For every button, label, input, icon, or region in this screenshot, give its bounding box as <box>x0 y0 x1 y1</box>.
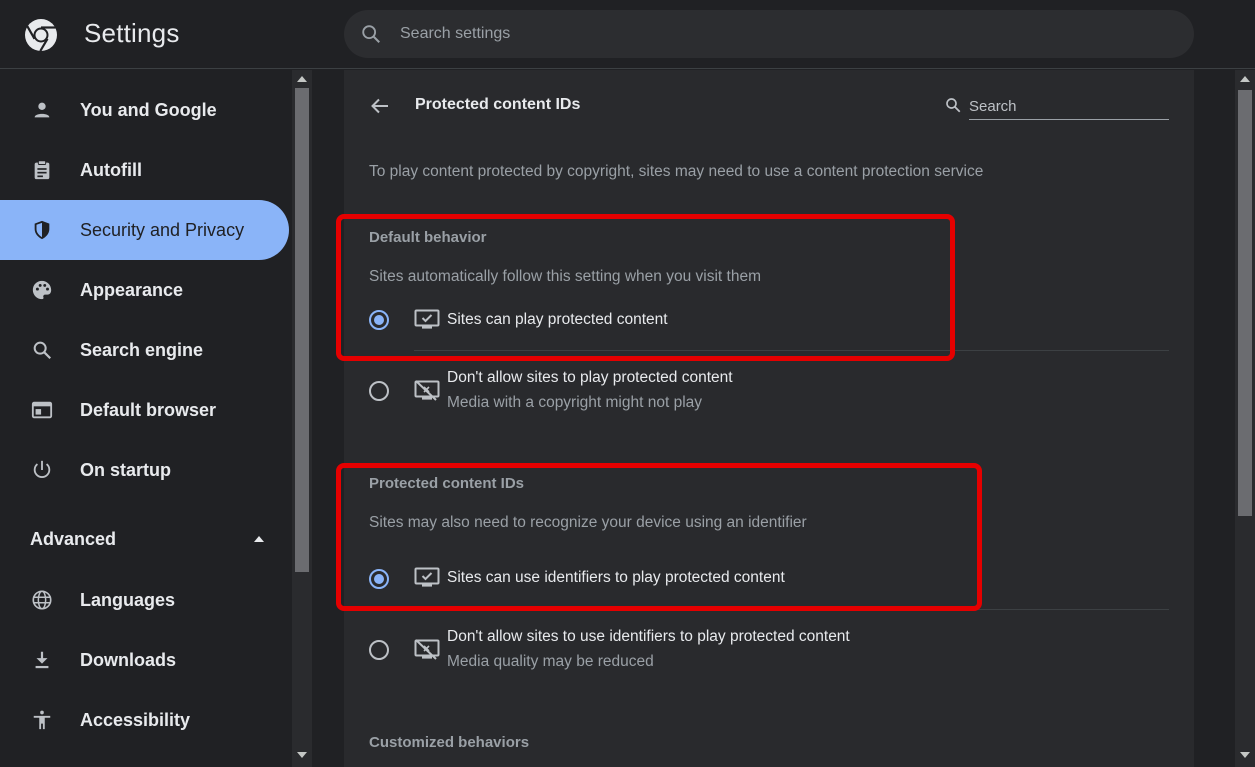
sidebar-item-label: Autofill <box>80 159 142 180</box>
sidebar-item-label: Security and Privacy <box>80 219 245 240</box>
search-icon <box>30 338 54 362</box>
sidebar-item-autofill[interactable]: Autofill <box>0 140 289 200</box>
scroll-down-arrow-icon[interactable] <box>1240 752 1250 758</box>
scroll-down-arrow-icon[interactable] <box>297 752 307 758</box>
clipboard-icon <box>30 158 54 182</box>
sidebar: You and Google Autofill Security and Pri… <box>0 70 292 767</box>
sidebar-item-label: Languages <box>80 589 176 610</box>
option-label: Don't allow sites to use identifiers to … <box>447 628 850 645</box>
settings-search-bar[interactable] <box>344 10 1194 58</box>
page-title: Protected content IDs <box>415 96 581 113</box>
person-icon <box>30 98 54 122</box>
sidebar-item-label: Default browser <box>80 399 217 420</box>
monitor-off-icon <box>414 380 440 401</box>
globe-icon <box>30 588 54 612</box>
page-search-input[interactable] <box>969 94 1169 120</box>
back-arrow-icon[interactable] <box>368 94 392 118</box>
top-bar: Settings <box>0 0 1255 69</box>
download-icon <box>30 648 54 672</box>
option-label: Don't allow sites to play protected cont… <box>447 369 733 386</box>
shield-icon <box>30 218 54 242</box>
search-icon <box>362 25 380 43</box>
monitor-off-icon <box>414 639 440 660</box>
sidebar-item-security-and-privacy[interactable]: Security and Privacy <box>0 200 289 260</box>
accessibility-icon <box>30 708 54 732</box>
settings-search-input[interactable] <box>400 22 1160 46</box>
sidebar-item-label: You and Google <box>80 99 217 120</box>
main-scrollbar-thumb[interactable] <box>1238 90 1252 516</box>
radio-block-protected-content[interactable] <box>369 381 389 401</box>
sidebar-item-label: Search engine <box>80 339 204 360</box>
option-sublabel: Media with a copyright might not play <box>447 394 703 411</box>
page-search-field[interactable] <box>944 94 1169 122</box>
palette-icon <box>30 278 54 302</box>
sidebar-item-appearance[interactable]: Appearance <box>0 260 289 320</box>
radio-block-identifiers[interactable] <box>369 640 389 660</box>
sidebar-item-on-startup[interactable]: On startup <box>0 440 289 500</box>
highlight-box-protected-ids <box>336 463 982 611</box>
caret-up-icon[interactable] <box>254 536 264 542</box>
page-description: To play content protected by copyright, … <box>369 163 984 180</box>
app-title: Settings <box>84 18 180 48</box>
highlight-box-default-behavior <box>336 214 955 361</box>
sidebar-item-default-browser[interactable]: Default browser <box>0 380 289 440</box>
sidebar-item-downloads[interactable]: Downloads <box>0 630 289 690</box>
sidebar-item-label: Downloads <box>80 649 177 670</box>
scroll-up-arrow-icon[interactable] <box>1240 76 1250 82</box>
advanced-section-toggle[interactable]: Advanced <box>30 529 116 550</box>
chrome-logo-icon <box>25 19 57 52</box>
sidebar-item-label: Accessibility <box>80 709 191 730</box>
sidebar-item-languages[interactable]: Languages <box>0 570 289 630</box>
power-icon <box>30 458 54 482</box>
sidebar-item-you-and-google[interactable]: You and Google <box>0 80 289 140</box>
sidebar-item-accessibility[interactable]: Accessibility <box>0 690 289 750</box>
sidebar-item-search-engine[interactable]: Search engine <box>0 320 289 380</box>
sidebar-item-label: On startup <box>80 459 172 480</box>
section-heading-customized-behaviors: Customized behaviors <box>369 734 530 751</box>
option-sublabel: Media quality may be reduced <box>447 653 654 670</box>
search-icon <box>946 98 961 113</box>
browser-window-icon <box>30 398 54 422</box>
sidebar-item-label: Appearance <box>80 279 184 300</box>
scroll-up-arrow-icon[interactable] <box>297 76 307 82</box>
sidebar-scrollbar-thumb[interactable] <box>295 88 309 572</box>
